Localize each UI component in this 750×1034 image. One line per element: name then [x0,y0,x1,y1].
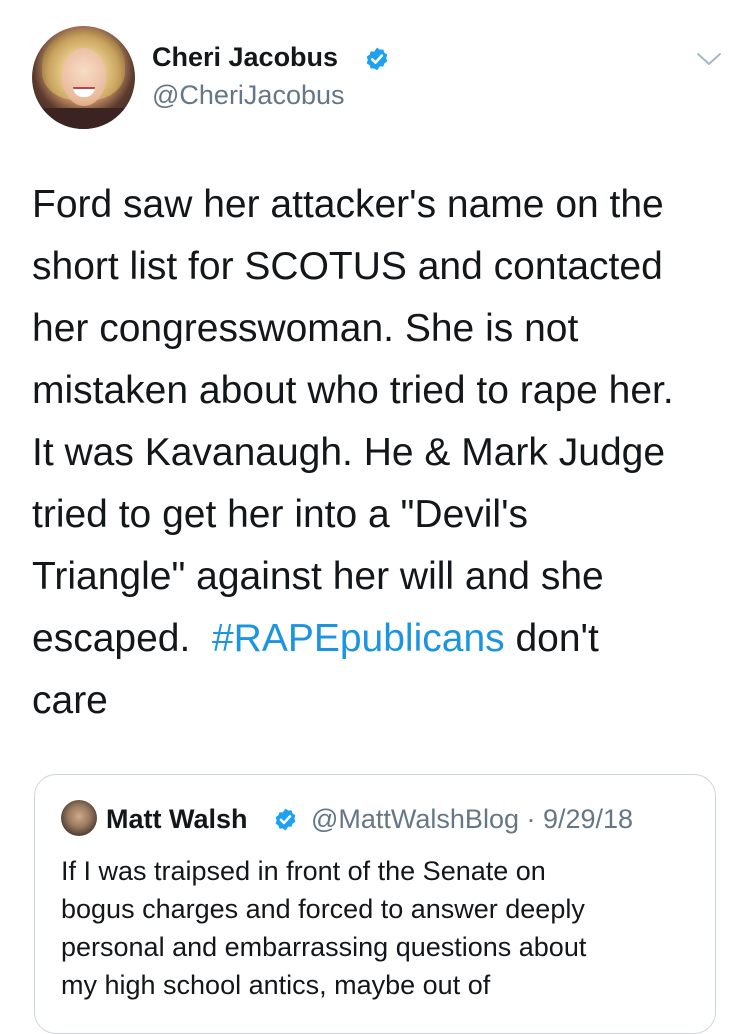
tweet-text-line: Triangle" against her will and she [32,555,604,598]
hashtag-link[interactable]: #RAPEpublicans [212,617,505,660]
tweet-text-line: It was Kavanaugh. He & Mark Judge [32,431,666,474]
tweet-text-line: short list for SCOTUS and contacted [32,245,663,288]
quoted-text-line: personal and embarrassing questions abou… [61,932,587,962]
author-handle[interactable]: @CheriJacobus [152,80,345,111]
tweet: Cheri Jacobus @CheriJacobus Ford saw her… [0,0,750,1034]
tweet-text-line: escaped. [32,617,191,660]
quoted-text-line: bogus charges and forced to answer deepl… [61,894,585,924]
author-name[interactable]: Cheri Jacobus [152,42,338,73]
tweet-text-line: her congresswoman. She is not [32,307,579,350]
tweet-text-fragment: don't [504,617,599,660]
tweet-text-line: mistaken about who tried to rape her. [32,369,674,412]
quoted-author-avatar[interactable] [61,800,97,836]
chevron-down-icon[interactable] [694,48,724,70]
avatar-face [62,48,106,106]
tweet-text-line-with-hashtag: escaped. #RAPEpublicans don't [32,608,732,670]
quoted-text-line: my high school antics, maybe out of [61,970,491,1000]
quoted-author-name[interactable]: Matt Walsh [106,804,248,835]
quoted-text-line: If I was traipsed in front of the Senate… [61,856,546,886]
verified-badge-icon [275,808,296,831]
tweet-text-line: Ford saw her attacker's name on the [32,183,664,226]
verified-badge-icon [366,47,388,71]
tweet-text: Ford saw her attacker's name on the shor… [32,174,732,732]
author-avatar[interactable] [32,26,135,129]
quoted-handle-and-date[interactable]: @MattWalshBlog · 9/29/18 [311,804,633,835]
quoted-tweet-text: If I was traipsed in front of the Senate… [61,852,701,1004]
avatar-shoulders [32,108,135,129]
tweet-text-line: tried to get her into a "Devil's [32,493,529,536]
tweet-text-line: care [32,679,108,722]
